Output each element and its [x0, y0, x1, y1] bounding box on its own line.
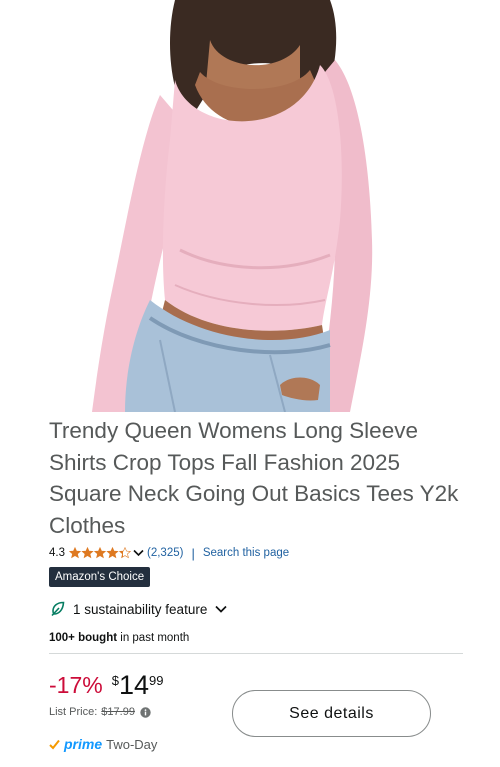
star-rating[interactable]: [69, 547, 131, 559]
sustainability-feature-toggle[interactable]: 1 sustainability feature: [50, 601, 227, 617]
bought-count: 100+ bought: [49, 632, 118, 644]
price-whole: 14: [118, 670, 149, 700]
stars-graphic: [69, 547, 131, 559]
star-icon: [106, 547, 119, 559]
price-symbol: $: [111, 673, 119, 688]
search-this-page-link[interactable]: Search this page: [203, 547, 289, 559]
rating-count-link[interactable]: (2,325): [147, 547, 183, 559]
bought-in-past-month: 100+ bought in past month: [49, 632, 189, 644]
list-price-value: $17.99: [101, 706, 135, 718]
rating-value: 4.3: [49, 547, 65, 559]
prime-label: prime: [64, 736, 103, 752]
sustainability-label: 1 sustainability feature: [73, 601, 208, 617]
product-title[interactable]: Trendy Queen Womens Long Sleeve Shirts C…: [49, 415, 469, 541]
list-price: List Price: $17.99: [49, 706, 151, 718]
product-image[interactable]: [0, 0, 500, 412]
rating-row: 4.3 (2,325) | Search this page: [49, 545, 289, 561]
discount-percent: -17%: [49, 672, 103, 698]
see-details-button[interactable]: See details: [232, 690, 431, 737]
divider: [49, 653, 463, 654]
prime-check-icon: [49, 739, 60, 750]
star-icon: [69, 547, 81, 559]
chevron-down-icon: [215, 605, 227, 613]
price-fraction: 99: [148, 673, 164, 688]
delivery-speed: Two-Day: [106, 736, 158, 752]
chevron-down-icon[interactable]: [133, 549, 144, 557]
star-icon: [119, 547, 131, 559]
current-price: $ 14 99: [112, 670, 164, 700]
amazons-choice-badge[interactable]: Amazon's Choice: [49, 567, 151, 587]
star-icon: [81, 547, 94, 559]
bought-suffix: in past month: [117, 632, 190, 644]
prime-delivery: prime Two-Day: [49, 736, 157, 752]
price-row: -17% $ 14 99: [49, 670, 163, 700]
info-icon[interactable]: [140, 706, 151, 718]
star-icon: [94, 547, 106, 559]
leaf-icon: [50, 601, 66, 617]
list-price-label: List Price:: [49, 706, 98, 718]
separator: |: [191, 545, 195, 561]
product-photo: [0, 0, 500, 412]
